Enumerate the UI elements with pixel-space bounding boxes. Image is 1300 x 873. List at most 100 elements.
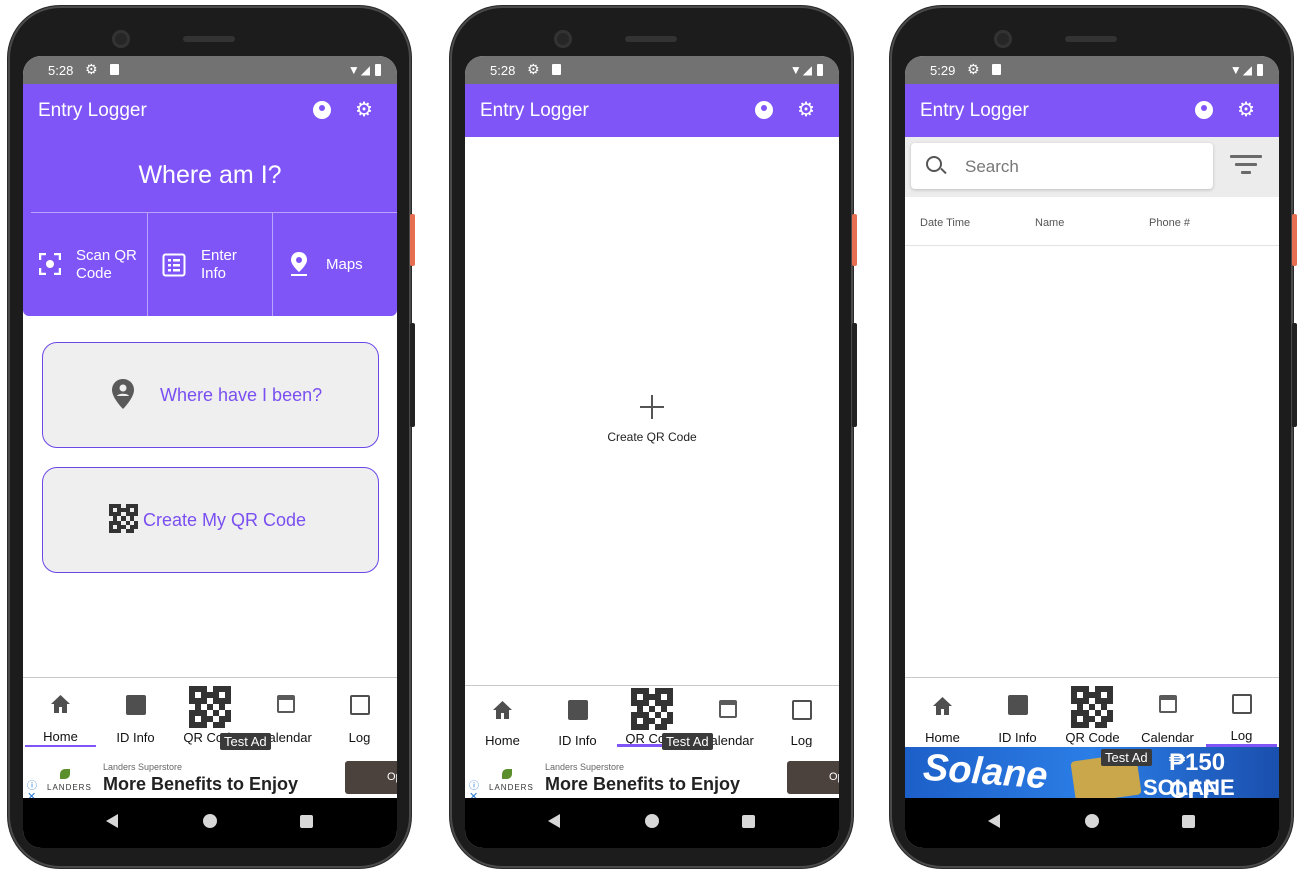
list-icon [792,700,812,720]
home-circle-icon[interactable] [1085,814,1099,828]
system-nav-bar [465,798,839,848]
enter-info-label-1: Enter [201,247,237,264]
power-button [1292,214,1297,266]
nav-id-info[interactable]: ID Info [98,678,173,748]
filter-icon[interactable] [1229,155,1263,179]
ad-headline: More Benefits to Enjoy [545,774,741,794]
nav-home-label: Home [485,733,520,748]
back-icon[interactable] [988,814,1000,828]
ad-open-label: Op [387,771,397,783]
home-circle-icon[interactable] [645,814,659,828]
ad-open-button[interactable]: Op [787,761,839,794]
ad-open-label: Op [829,771,839,783]
enter-info-button[interactable]: Enter Info [148,213,272,316]
recents-icon[interactable] [300,815,313,828]
app-title: Entry Logger [480,100,589,121]
nav-id-info[interactable]: ID Info [980,678,1055,748]
settings-icon[interactable]: ⚙ [1237,97,1255,122]
column-phone[interactable]: Phone # [1149,217,1190,229]
hero-panel: Where am I? Scan QR Code Enter Info Maps [23,137,397,316]
nav-home[interactable]: Home [905,678,980,748]
maps-label: Maps [326,256,363,273]
system-nav-bar [905,798,1279,848]
id-card-icon [1008,695,1028,715]
settings-icon[interactable]: ⚙ [355,97,373,122]
scan-qr-button[interactable]: Scan QR Code [31,213,147,316]
add-icon[interactable] [640,395,664,419]
account-icon[interactable] [313,101,331,119]
front-camera [554,30,572,48]
front-camera [994,30,1012,48]
where-have-i-been-button[interactable]: Where have I been? [42,342,379,448]
search-bar: Search [905,137,1279,197]
signal-icon: ▼◢ [1229,63,1253,77]
nav-home[interactable]: Home [23,678,98,748]
create-qr-code-label[interactable]: Create QR Code [465,430,839,444]
battery-icon [817,64,823,76]
nav-log[interactable]: Log [322,678,397,748]
nav-calendar-label: Calendar [1141,730,1194,745]
status-bar: 5:28 ⚙ ▼◢ [23,56,397,84]
app-bar: Entry Logger ⚙ [905,84,1279,137]
solane-ad-banner[interactable]: Solane Test Ad ₱150 OFF SOLANE REFILLS [905,747,1279,804]
nav-home[interactable]: Home [465,686,540,756]
nav-log[interactable]: Log [1204,678,1279,748]
ad-open-button[interactable]: Op [345,761,397,794]
search-icon [926,156,942,172]
settings-status-icon: ⚙ [527,61,540,77]
calendar-icon [1159,695,1177,713]
recents-icon[interactable] [742,815,755,828]
column-date-time[interactable]: Date Time [920,217,970,229]
home-circle-icon[interactable] [203,814,217,828]
qr-code-icon [631,688,673,730]
nav-calendar[interactable]: Calendar [1130,678,1205,748]
list-icon [350,695,370,715]
status-bar: 5:28 ⚙ ▼◢ [465,56,839,84]
phone-frame-home: 5:28 ⚙ ▼◢ Entry Logger ⚙ Where am I? Sca… [8,6,415,868]
power-button [410,214,415,266]
nav-qr-code[interactable]: QR Code [1055,678,1130,748]
signal-icon: ▼◢ [789,63,813,77]
settings-icon[interactable]: ⚙ [797,97,815,122]
scan-qr-label-1: Scan QR [76,247,137,264]
sd-card-icon [552,64,561,75]
settings-status-icon: ⚙ [85,61,98,77]
nav-qr-code-label: QR Code [1065,730,1120,745]
calendar-icon [277,695,295,713]
settings-status-icon: ⚙ [967,61,980,77]
test-ad-label: Test Ad [662,733,713,750]
maps-button[interactable]: Maps [273,213,397,316]
bottom-nav: Home ID Info QR Code Calendar Log [23,677,397,748]
nav-log-label: Log [348,730,371,745]
search-input[interactable]: Search [911,143,1213,189]
qr-code-icon [109,504,138,533]
id-card-icon [126,695,146,715]
account-icon[interactable] [1195,101,1213,119]
where-have-i-been-label: Where have I been? [160,385,323,405]
nav-log-label: Log [1230,728,1253,743]
screen-qr-code: 5:28 ⚙ ▼◢ Entry Logger ⚙ Create QR Code … [465,56,839,848]
app-bar: Entry Logger ⚙ [23,84,397,137]
volume-button [852,323,857,427]
home-icon [933,697,952,715]
back-icon[interactable] [548,814,560,828]
nav-log[interactable]: Log [764,686,839,756]
qr-code-icon [189,686,231,728]
create-my-qr-code-button[interactable]: Create My QR Code [42,467,379,573]
screen-home: 5:28 ⚙ ▼◢ Entry Logger ⚙ Where am I? Sca… [23,56,397,848]
nav-home-label: Home [925,730,960,745]
column-name[interactable]: Name [1035,217,1064,229]
volume-button [410,323,415,427]
app-bar: Entry Logger ⚙ [465,84,839,137]
back-icon[interactable] [106,814,118,828]
volume-button [1292,323,1297,427]
account-icon[interactable] [755,101,773,119]
enter-info-label-2: Info [201,265,227,282]
phone-frame-qr: 5:28 ⚙ ▼◢ Entry Logger ⚙ Create QR Code … [450,6,857,868]
bottom-nav: Home ID Info QR Code Calendar Log [905,677,1279,748]
battery-icon [1257,64,1263,76]
screen-log: 5:29 ⚙ ▼◢ Entry Logger ⚙ Search Date Tim… [905,56,1279,848]
battery-icon [375,64,381,76]
nav-id-info[interactable]: ID Info [540,686,615,756]
recents-icon[interactable] [1182,815,1195,828]
